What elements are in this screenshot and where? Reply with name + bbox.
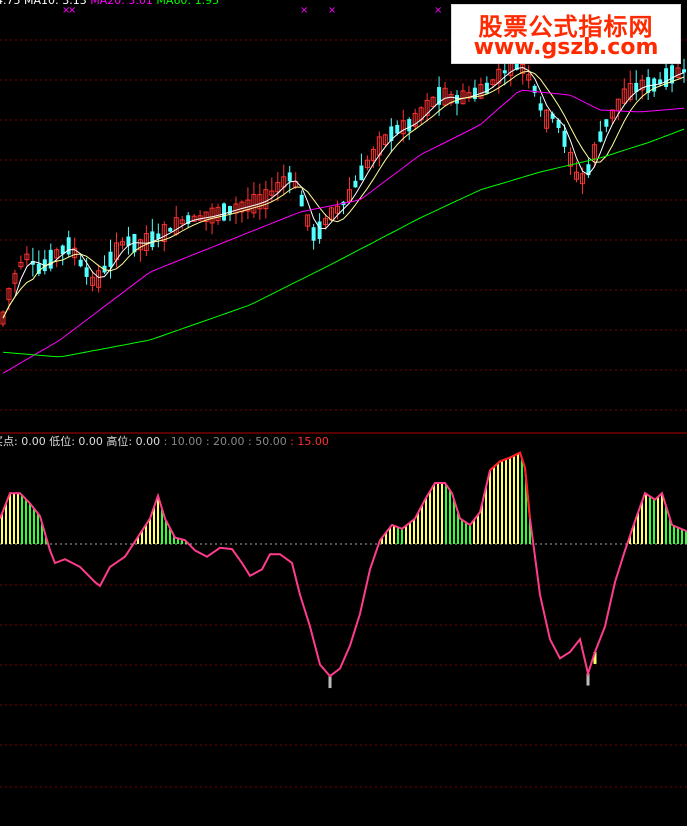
indicator-legend-item: : 15.00 (290, 435, 329, 448)
candle-body (317, 221, 322, 240)
candle-body (604, 119, 609, 127)
indicator-legend-item: : 20.00 (206, 435, 248, 448)
candle-body (359, 165, 364, 181)
candle-body (311, 227, 316, 241)
signal-marker: × (68, 5, 76, 16)
candle-body (150, 231, 155, 248)
candle-body (66, 237, 71, 255)
watermark-logo: 股票公式指标网 www.gszb.com (451, 4, 681, 64)
signal-marker: × (328, 5, 336, 16)
chart-stage: 4.75 MA10: 3.13 MA20: 3.01 MA60: 1.95 买点… (0, 0, 687, 822)
candle-body (299, 194, 304, 207)
candle-body (407, 119, 412, 132)
ma5-line (2, 66, 685, 319)
candle-body (78, 259, 83, 267)
candle-body (108, 251, 113, 267)
ma20-line (2, 89, 685, 374)
candle-body (538, 103, 543, 111)
candle-body (682, 69, 687, 73)
indicator-legend-item: : 50.00 (248, 435, 290, 448)
indicator-legend-item: 低位: 0.00 (49, 434, 106, 448)
candle-body (84, 267, 89, 277)
watermark-line2: www.gszb.com (473, 35, 659, 60)
indicator-legend-item: 买点: 0.00 (0, 435, 49, 448)
candle-body (598, 131, 603, 142)
main-legend-item: MA20: 3.01 (90, 0, 156, 7)
candle-body (48, 249, 53, 269)
oscillator-line (0, 451, 687, 678)
candle-body (395, 124, 400, 134)
candle-body (287, 172, 292, 182)
indicator-legend-item: : 10.00 (164, 435, 206, 448)
main-legend-item: MA60: 1.95 (156, 0, 219, 7)
candle-body (168, 228, 173, 232)
main-legend-item: 4.75 MA10: 3.13 (0, 0, 90, 7)
candle-body (562, 130, 567, 147)
main-legend: 4.75 MA10: 3.13 MA20: 3.01 MA60: 1.95 (0, 0, 219, 7)
signal-marker: × (300, 5, 308, 16)
candle-body (353, 180, 358, 188)
indicator-legend: 买点: 0.00 低位: 0.00 高位: 0.00 : 10.00 : 20.… (0, 434, 329, 448)
indicator-legend-item: 高位: 0.00 (106, 434, 163, 448)
signal-marker: × (434, 5, 442, 16)
ma10-line (2, 70, 685, 319)
stock-chart: 4.75 MA10: 3.13 MA20: 3.01 MA60: 1.95 买点… (0, 0, 687, 788)
candle-body (222, 203, 227, 221)
ma60-line (2, 128, 685, 358)
candle-body (502, 70, 507, 74)
